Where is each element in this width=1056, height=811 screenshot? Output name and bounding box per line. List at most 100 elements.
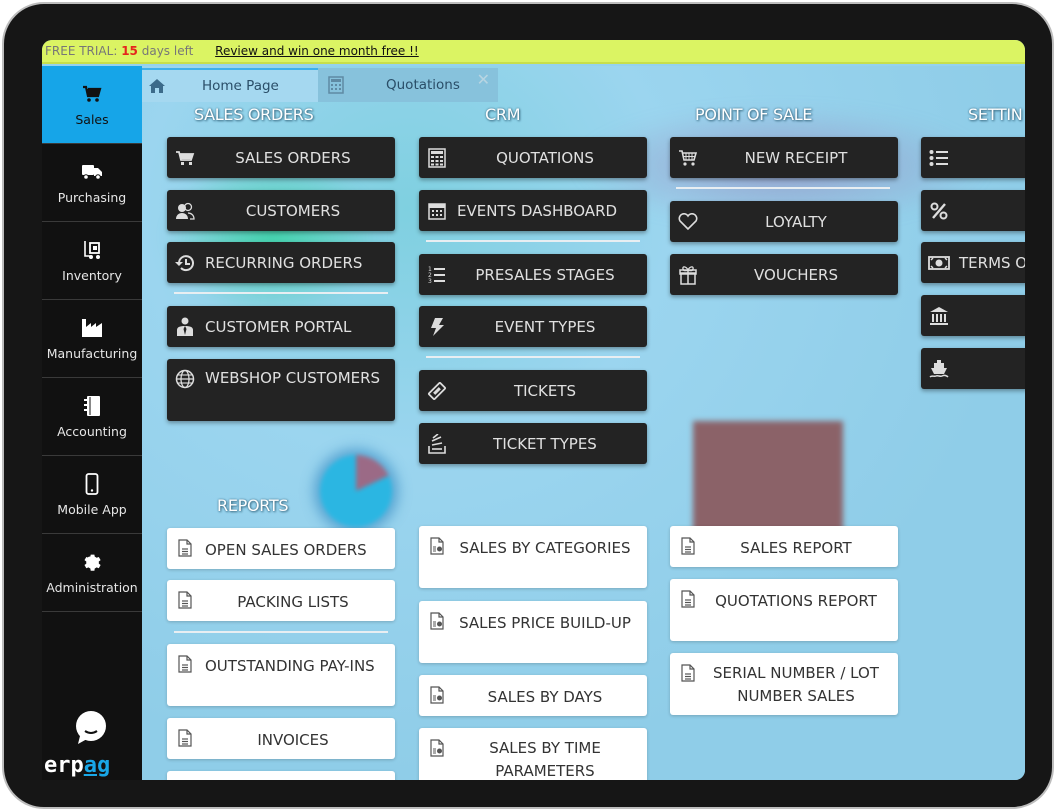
calculator-icon: [419, 147, 455, 168]
tab-quotations[interactable]: Quotations ✕: [318, 68, 498, 102]
tab-label: Home Page: [202, 78, 279, 94]
report-outstanding-pay-ins[interactable]: OUTSTANDING PAY-INS: [167, 644, 395, 706]
button-label: CA: [957, 360, 1025, 378]
factory-icon: [81, 316, 103, 340]
quotations-button[interactable]: QUOTATIONS: [419, 137, 647, 178]
report-label: OUTSTANDING PAY-INS: [205, 657, 375, 675]
button-label: LOYALTY: [765, 212, 827, 231]
report-label: SALES BY TIME PARAMETERS: [489, 739, 601, 780]
report-serial-number-lot-number-sales[interactable]: SERIAL NUMBER / LOT NUMBER SALES: [670, 653, 898, 715]
button-label: EVENT TYPES: [494, 317, 596, 336]
sidebar-item-accounting[interactable]: Accounting: [42, 378, 142, 456]
sidebar-item-administration[interactable]: Administration: [42, 534, 142, 612]
report-packing-lists[interactable]: PACKING LISTS: [167, 580, 395, 621]
sidebar-label: Manufacturing: [46, 346, 138, 361]
sales-orders-button[interactable]: SALES ORDERS: [167, 137, 395, 178]
sidebar-item-mobile-app[interactable]: Mobile App: [42, 456, 142, 534]
cart-icon: [82, 82, 102, 106]
section-title-sales-orders: SALES ORDERS: [194, 105, 314, 124]
report-next-item-partial[interactable]: [167, 771, 395, 780]
chart-document-icon: [419, 612, 455, 630]
events-dashboard-button[interactable]: EVENTS DASHBOARD: [419, 190, 647, 231]
sidebar-label: Accounting: [57, 424, 127, 439]
sidebar-label: Administration: [46, 580, 138, 595]
sidebar-item-manufacturing[interactable]: Manufacturing: [42, 300, 142, 378]
sidebar-item-sales[interactable]: Sales: [42, 66, 142, 144]
button-label: CUSTOMER PORTAL: [205, 317, 352, 336]
lightning-icon: [419, 317, 455, 337]
price-lists-button[interactable]: PRIC: [921, 190, 1025, 231]
report-sales-by-categories[interactable]: SALES BY CATEGORIES: [419, 526, 647, 588]
report-sales-report[interactable]: SALES REPORT: [670, 526, 898, 567]
sidebar-label: Mobile App: [57, 502, 127, 517]
section-title-crm: CRM: [485, 105, 521, 124]
report-quotations-report[interactable]: QUOTATIONS REPORT: [670, 579, 898, 641]
customer-portal-button[interactable]: CUSTOMER PORTAL: [167, 306, 395, 347]
trial-banner: FREE TRIAL: 15 days left Review and win …: [42, 40, 1025, 64]
report-open-sales-orders[interactable]: OPEN SALES ORDERS: [167, 528, 395, 569]
report-label: SERIAL NUMBER / LOT NUMBER SALES: [713, 664, 879, 705]
tablet-frame: FREE TRIAL: 15 days left Review and win …: [2, 2, 1054, 809]
presales-stages-button[interactable]: 123 PRESALES STAGES: [419, 254, 647, 295]
tickets-button[interactable]: TICKETS: [419, 370, 647, 411]
history-icon: [167, 254, 203, 272]
button-label: EVENTS DASHBOARD: [457, 201, 618, 220]
section-title-point-of-sale: POINT OF SALE: [695, 105, 813, 124]
button-label: TICKET TYPES: [493, 434, 597, 453]
shopping-cart-icon: [670, 149, 706, 167]
button-label: PRESALES STAGES: [475, 265, 615, 284]
document-icon: [167, 655, 203, 673]
report-label: SALES PRICE BUILD-UP: [459, 614, 631, 632]
sidebar-item-purchasing[interactable]: Purchasing: [42, 144, 142, 222]
divider: [174, 631, 388, 633]
chat-icon[interactable]: [74, 710, 108, 744]
document-icon: [167, 729, 203, 747]
chart-document-icon: [419, 739, 455, 757]
button-label: RECURRING ORDERS: [205, 253, 363, 272]
globe-icon: [167, 369, 203, 389]
terms-of-payment-button[interactable]: TERMS O: [921, 242, 1025, 283]
button-label: TA: [957, 307, 1025, 325]
loyalty-button[interactable]: LOYALTY: [670, 201, 898, 242]
users-icon: [167, 202, 203, 220]
forklift-icon: [82, 238, 102, 262]
sidebar: Sales Purchasing Inventory Manufacturing: [42, 66, 142, 780]
review-link[interactable]: Review and win one month free !!: [215, 44, 419, 58]
list-icon: [921, 149, 957, 167]
recurring-orders-button[interactable]: RECURRING ORDERS: [167, 242, 395, 283]
categories-button[interactable]: CATE: [921, 137, 1025, 178]
webshop-customers-button[interactable]: WEBSHOP CUSTOMERS: [167, 359, 395, 421]
main-content: Home Page Quotations ✕ SALES ORDERS CRM …: [142, 66, 1025, 780]
vouchers-button[interactable]: VOUCHERS: [670, 254, 898, 295]
ticket-types-button[interactable]: TICKET TYPES: [419, 423, 647, 464]
trial-suffix: days left: [141, 44, 194, 58]
button-label: QUOTATIONS: [496, 148, 594, 167]
event-types-button[interactable]: EVENT TYPES: [419, 306, 647, 347]
taxes-button[interactable]: TA: [921, 295, 1025, 336]
customers-button[interactable]: CUSTOMERS: [167, 190, 395, 231]
logo-part1: erp: [44, 753, 84, 778]
tab-home-page[interactable]: Home Page: [142, 68, 318, 102]
erpag-logo: erpag: [44, 753, 110, 778]
gear-icon: [81, 550, 103, 574]
logo-part2: ag: [83, 753, 111, 778]
button-label: TERMS O: [959, 253, 1025, 272]
chart-document-icon: [419, 686, 455, 704]
button-label: WEBSHOP CUSTOMERS: [205, 369, 381, 387]
numbered-list-icon: 123: [419, 266, 455, 284]
report-label: SALES BY DAYS: [487, 688, 603, 706]
divider: [676, 187, 890, 189]
close-tab-icon[interactable]: ✕: [477, 70, 490, 89]
new-receipt-button[interactable]: NEW RECEIPT: [670, 137, 898, 178]
report-sales-by-time-parameters[interactable]: SALES BY TIME PARAMETERS: [419, 728, 647, 780]
money-icon: [921, 255, 957, 270]
report-sales-price-build-up[interactable]: SALES PRICE BUILD-UP: [419, 601, 647, 663]
tab-label: Quotations: [386, 77, 460, 93]
notebook-icon: [83, 394, 101, 418]
sidebar-item-inventory[interactable]: Inventory: [42, 222, 142, 300]
carriers-button[interactable]: CA: [921, 348, 1025, 389]
section-title-settings: SETTIN: [968, 105, 1023, 124]
report-invoices[interactable]: INVOICES: [167, 718, 395, 759]
report-sales-by-days[interactable]: SALES BY DAYS: [419, 675, 647, 716]
button-label: TICKETS: [513, 381, 577, 400]
